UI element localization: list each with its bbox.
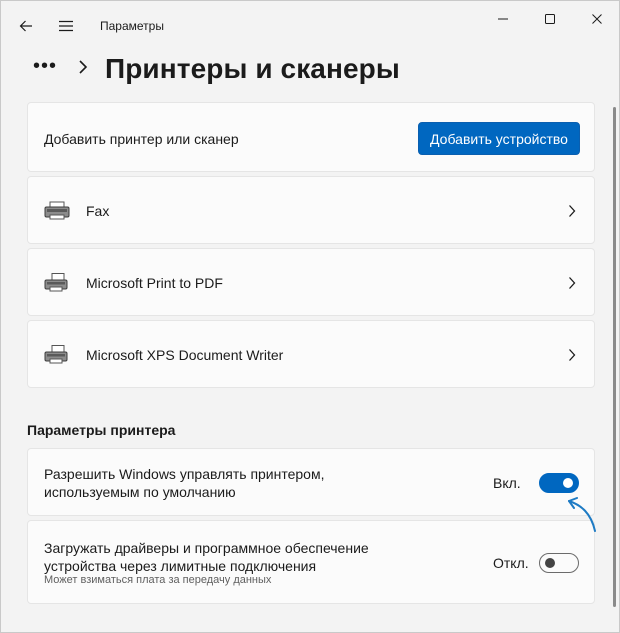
annotation-arrow-icon: [568, 497, 596, 532]
title-bar: Параметры: [1, 1, 619, 49]
printer-item-xps-writer[interactable]: Microsoft XPS Document Writer: [27, 320, 595, 388]
minimize-button[interactable]: [480, 1, 526, 37]
printer-name: Microsoft Print to PDF: [86, 275, 223, 291]
default-printer-toggle[interactable]: [539, 473, 579, 493]
window-title: Параметры: [100, 19, 164, 33]
printer-icon: [44, 273, 68, 292]
back-button[interactable]: [11, 11, 41, 41]
page-header: ••• Принтеры и сканеры: [1, 49, 619, 91]
scrollbar[interactable]: [613, 107, 616, 607]
maximize-icon: [545, 14, 555, 24]
breadcrumb-more-button[interactable]: •••: [33, 56, 57, 76]
printer-icon: [44, 201, 70, 220]
close-button[interactable]: [574, 1, 620, 37]
metered-drivers-text: Загружать драйверы и программное обеспеч…: [44, 540, 369, 574]
chevron-right-icon: [569, 277, 576, 289]
settings-window: Параметры ••• Принтеры и сканеры Добавит…: [0, 0, 620, 633]
page-title: Принтеры и сканеры: [105, 53, 400, 84]
maximize-button[interactable]: [527, 1, 573, 37]
back-arrow-icon: [19, 20, 32, 32]
close-icon: [592, 14, 602, 24]
printer-name: Fax: [86, 203, 110, 219]
toggle-knob: [563, 478, 573, 488]
chevron-right-icon: [569, 349, 576, 361]
metered-drivers-toggle[interactable]: [539, 553, 579, 573]
add-device-button[interactable]: Добавить устройство: [418, 122, 580, 155]
printer-icon: [44, 345, 68, 364]
toggle-state-label: Вкл.: [493, 475, 521, 491]
minimize-icon: [498, 18, 508, 20]
nav-menu-button[interactable]: [51, 11, 81, 41]
toggle-knob: [545, 558, 555, 568]
metered-drivers-subtext: Может взиматься плата за передачу данных: [44, 574, 272, 586]
toggle-state-label: Откл.: [493, 555, 529, 571]
add-printer-label: Добавить принтер или сканер: [44, 131, 239, 147]
printer-item-print-to-pdf[interactable]: Microsoft Print to PDF: [27, 248, 595, 316]
printer-name: Microsoft XPS Document Writer: [86, 347, 284, 363]
default-printer-text: Разрешить Windows управлять принтером, и…: [44, 466, 325, 500]
metered-drivers-setting: Загружать драйверы и программное обеспеч…: [27, 520, 595, 604]
printer-settings-heading: Параметры принтера: [27, 422, 176, 438]
chevron-right-icon: [79, 60, 88, 74]
chevron-right-icon: [569, 205, 576, 217]
default-printer-setting: Разрешить Windows управлять принтером, и…: [27, 448, 595, 516]
hamburger-icon: [59, 20, 73, 32]
add-printer-card: Добавить принтер или сканер Добавить уст…: [27, 102, 595, 172]
printer-item-fax[interactable]: Fax: [27, 176, 595, 244]
